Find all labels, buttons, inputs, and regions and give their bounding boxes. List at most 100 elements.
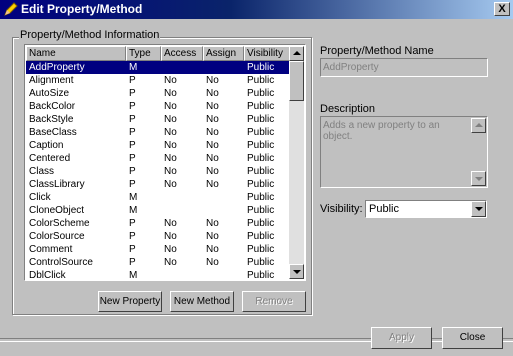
description-text: Adds a new property to an object.	[323, 120, 440, 142]
cell-visibility: Public	[247, 257, 275, 268]
cell-type: P	[129, 231, 136, 242]
cell-access: No	[164, 140, 177, 151]
cell-type: P	[129, 114, 136, 125]
cell-assign: No	[206, 179, 219, 190]
table-row[interactable]: BaseClass P No No Public	[26, 126, 292, 139]
scroll-thumb[interactable]	[289, 61, 304, 101]
table-row[interactable]: Class P No No Public	[26, 165, 292, 178]
description-field[interactable]: Adds a new property to an object.	[320, 116, 488, 188]
cell-assign: No	[206, 88, 219, 99]
new-property-button[interactable]: New Property	[98, 291, 162, 312]
cell-access: No	[164, 166, 177, 177]
visibility-label: Visibility:	[320, 203, 363, 215]
description-label: Description	[320, 103, 376, 115]
cell-name: AutoSize	[29, 88, 70, 99]
table-row[interactable]: ColorScheme P No No Public	[26, 217, 292, 230]
cell-visibility: Public	[247, 205, 275, 216]
list-scrollbar[interactable]	[289, 46, 304, 279]
arrow-down-icon	[475, 177, 483, 181]
visibility-dropdown-button[interactable]	[471, 201, 486, 217]
cell-visibility: Public	[247, 166, 275, 177]
close-window-button[interactable]: X	[494, 2, 510, 16]
table-row[interactable]: BackStyle P No No Public	[26, 113, 292, 126]
cell-visibility: Public	[247, 114, 275, 125]
visibility-value: Public	[369, 203, 399, 215]
cell-name: BackStyle	[29, 114, 74, 125]
table-row[interactable]: CloneObject M Public	[26, 204, 292, 217]
description-scrollbar[interactable]	[471, 118, 486, 186]
scroll-up-button[interactable]	[289, 46, 304, 61]
cell-type: M	[129, 270, 138, 279]
cell-visibility: Public	[247, 270, 275, 279]
cell-access: No	[164, 88, 177, 99]
column-header-name[interactable]: Name	[26, 46, 126, 61]
table-row[interactable]: ColorSource P No No Public	[26, 230, 292, 243]
arrow-up-icon	[475, 123, 483, 127]
cell-type: P	[129, 88, 136, 99]
arrow-up-icon	[293, 51, 301, 55]
description-scroll-up[interactable]	[471, 118, 486, 133]
cell-type: P	[129, 244, 136, 255]
title-bar: Edit Property/Method X	[0, 0, 513, 19]
cell-type: P	[129, 166, 136, 177]
column-header-access[interactable]: Access	[161, 46, 203, 61]
list-header: Name Type Access Assign Visibility	[26, 46, 292, 61]
cell-visibility: Public	[247, 140, 275, 151]
cell-access: No	[164, 231, 177, 242]
cell-assign: No	[206, 127, 219, 138]
cell-assign: No	[206, 166, 219, 177]
cell-name: DblClick	[29, 270, 66, 279]
apply-button[interactable]: Apply	[371, 327, 432, 349]
cell-assign: No	[206, 114, 219, 125]
cell-assign: No	[206, 218, 219, 229]
column-header-visibility[interactable]: Visibility	[244, 46, 292, 61]
cell-visibility: Public	[247, 192, 275, 203]
cell-assign: No	[206, 231, 219, 242]
cell-assign: No	[206, 140, 219, 151]
cell-access: No	[164, 218, 177, 229]
cell-name: CloneObject	[29, 205, 85, 216]
table-row[interactable]: Alignment P No No Public	[26, 74, 292, 87]
cell-name: BaseClass	[29, 127, 77, 138]
table-row[interactable]: ControlSource P No No Public	[26, 256, 292, 269]
table-row[interactable]: BackColor P No No Public	[26, 100, 292, 113]
cell-type: P	[129, 140, 136, 151]
visibility-select[interactable]: Public	[365, 200, 487, 218]
cell-visibility: Public	[247, 88, 275, 99]
table-row[interactable]: Comment P No No Public	[26, 243, 292, 256]
arrow-down-icon	[293, 270, 301, 274]
column-header-type[interactable]: Type	[126, 46, 161, 61]
table-row[interactable]: Centered P No No Public	[26, 152, 292, 165]
table-row[interactable]: AutoSize P No No Public	[26, 87, 292, 100]
cell-name: ClassLibrary	[29, 179, 85, 190]
table-row[interactable]: AddProperty M Public	[26, 61, 292, 74]
cell-visibility: Public	[247, 218, 275, 229]
column-header-assign[interactable]: Assign	[203, 46, 244, 61]
cell-access: No	[164, 114, 177, 125]
members-list[interactable]: Name Type Access Assign Visibility AddPr…	[24, 44, 306, 281]
cell-access: No	[164, 101, 177, 112]
cell-visibility: Public	[247, 179, 275, 190]
cell-access: No	[164, 153, 177, 164]
description-scroll-down[interactable]	[471, 171, 486, 186]
cell-name: Centered	[29, 153, 71, 164]
table-row[interactable]: DblClick M Public	[26, 269, 292, 279]
group-label: Property/Method Information	[19, 29, 161, 41]
table-row[interactable]: Caption P No No Public	[26, 139, 292, 152]
name-field[interactable]: AddProperty	[320, 58, 488, 77]
chevron-down-icon	[475, 207, 483, 211]
cell-visibility: Public	[247, 231, 275, 242]
new-method-button[interactable]: New Method	[170, 291, 234, 312]
cell-name: BackColor	[29, 101, 76, 112]
close-button[interactable]: Close	[442, 327, 503, 349]
pencil-icon	[4, 2, 18, 16]
cell-type: P	[129, 153, 136, 164]
cell-name: Comment	[29, 244, 73, 255]
scroll-down-button[interactable]	[289, 264, 304, 279]
remove-button[interactable]: Remove	[242, 291, 306, 312]
table-row[interactable]: ClassLibrary P No No Public	[26, 178, 292, 191]
cell-name: AddProperty	[29, 62, 85, 73]
cell-name: ControlSource	[29, 257, 93, 268]
cell-name: ColorScheme	[29, 218, 90, 229]
table-row[interactable]: Click M Public	[26, 191, 292, 204]
